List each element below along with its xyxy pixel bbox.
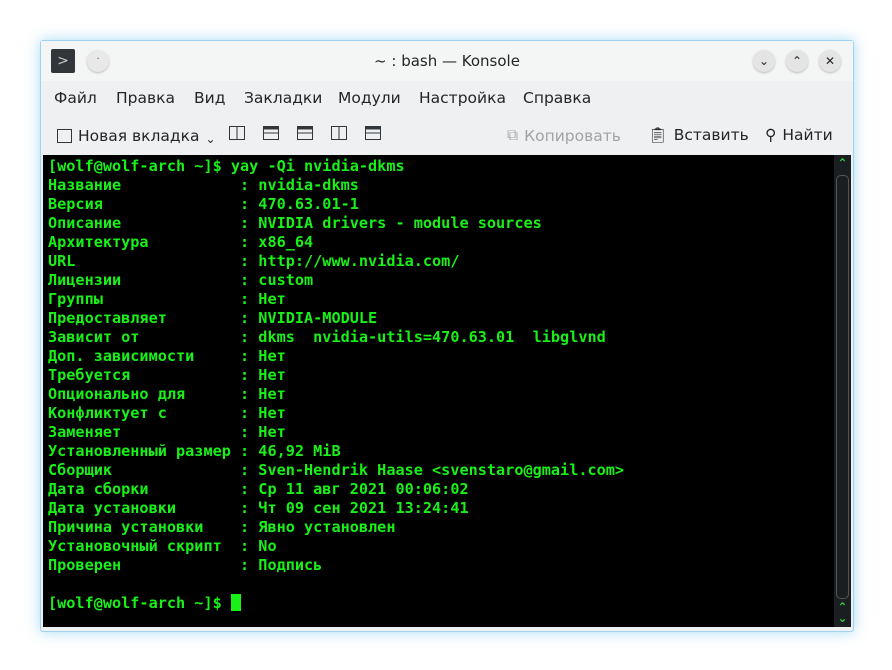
split-columns-icon — [331, 126, 347, 140]
new-tab-label: Новая вкладка — [78, 127, 200, 145]
close-split-button[interactable] — [365, 126, 381, 140]
output-line: Зависит от : dkms nvidia-utils=470.63.01… — [48, 328, 606, 346]
split-vertical-icon — [229, 126, 245, 140]
output-line: URL : http://www.nvidia.com/ — [48, 252, 460, 270]
minimize-button[interactable]: ⌄ — [753, 50, 775, 72]
scroll-down-icon[interactable]: ⌄ — [834, 611, 851, 625]
scroll-up-icon[interactable]: ⌃ — [834, 156, 851, 170]
split-icon — [297, 126, 313, 140]
scrollbar[interactable]: ⌃ ⌃ ⌄ — [834, 155, 851, 627]
konsole-window: > · ~ : bash — Konsole ⌄ ⌃ ✕ Файл Правка… — [40, 40, 854, 632]
find-button[interactable]: ⚲ Найти — [765, 126, 833, 144]
chevron-down-icon[interactable]: ⌄ — [206, 132, 216, 146]
output-line: Доп. зависимости : Нет — [48, 347, 286, 365]
terminal-output[interactable]: [wolf@wolf-arch ~]$ yay -Qi nvidia-dkms … — [43, 155, 834, 627]
copy-icon: ⧉ — [507, 126, 519, 144]
scrollbar-track[interactable] — [836, 175, 849, 599]
output-line: Архитектура : x86_64 — [48, 233, 314, 251]
find-label: Найти — [782, 126, 833, 144]
split-horizontal-icon — [263, 126, 279, 140]
command-line: [wolf@wolf-arch ~]$ yay -Qi nvidia-dkms — [48, 157, 405, 175]
copy-button[interactable]: ⧉ Копировать — [507, 126, 621, 145]
output-line: Требуется : Нет — [48, 366, 286, 384]
split-left-right-button[interactable] — [229, 126, 245, 140]
menu-settings[interactable]: Настройка — [419, 89, 506, 107]
new-tab-button[interactable]: Новая вкладка ⌄ — [57, 126, 216, 146]
cursor — [230, 594, 241, 611]
output-line: Заменяет : Нет — [48, 423, 286, 441]
output-line: Дата сборки : Ср 11 авг 2021 00:06:02 — [48, 480, 469, 498]
menu-bar: Файл Правка Вид Закладки Модули Настройк… — [41, 85, 853, 113]
output-line: Название : nvidia-dkms — [48, 176, 359, 194]
paste-button[interactable]: 📋︎ Вставить — [648, 126, 749, 144]
output-line: Описание : NVIDIA drivers - module sourc… — [48, 214, 542, 232]
output-line: Причина установки : Явно установлен — [48, 518, 396, 536]
prompt-line: [wolf@wolf-arch ~]$ — [48, 594, 834, 613]
split-rows-icon — [365, 126, 381, 140]
menu-plugins[interactable]: Модули — [338, 89, 401, 107]
output-line: Версия : 470.63.01-1 — [48, 195, 359, 213]
menu-file[interactable]: Файл — [54, 89, 97, 107]
split-top-bottom-button[interactable] — [263, 126, 279, 140]
output-line: Проверен : Подпись — [48, 556, 323, 574]
window-title: ~ : bash — Konsole — [374, 52, 520, 70]
output-line: Лицензии : custom — [48, 271, 314, 289]
menu-edit[interactable]: Правка — [116, 89, 175, 107]
split-auto-button[interactable] — [297, 126, 313, 140]
output-line: Конфликтует с : Нет — [48, 404, 286, 422]
paste-icon: 📋︎ — [648, 126, 668, 144]
title-bar: > · ~ : bash — Konsole ⌄ ⌃ ✕ — [41, 41, 853, 81]
toolbar: Новая вкладка ⌄ ⧉ Копировать 📋︎ Вставить… — [41, 121, 853, 153]
search-icon: ⚲ — [765, 126, 777, 144]
output-line: Сборщик : Sven-Hendrik Haase <svenstaro@… — [48, 461, 625, 479]
maximize-button[interactable]: ⌃ — [786, 50, 808, 72]
menu-bookmarks[interactable]: Закладки — [244, 89, 322, 107]
output-line: Установочный скрипт : No — [48, 537, 277, 555]
paste-label: Вставить — [673, 126, 749, 144]
output-line: Предоставляет : NVIDIA-MODULE — [48, 309, 378, 327]
prompt: [wolf@wolf-arch ~]$ — [48, 594, 231, 612]
menu-view[interactable]: Вид — [194, 89, 225, 107]
output-line: Дата установки : Чт 09 сен 2021 13:24:41 — [48, 499, 469, 517]
close-button[interactable]: ✕ — [819, 50, 841, 72]
output-line: Установленный размер : 46,92 MiB — [48, 442, 341, 460]
menu-help[interactable]: Справка — [523, 89, 591, 107]
output-line: Опционально для : Нет — [48, 385, 286, 403]
copy-label: Копировать — [524, 126, 621, 145]
split-view-button[interactable] — [331, 126, 347, 140]
output-line: Группы : Нет — [48, 290, 286, 308]
new-tab-icon — [57, 129, 72, 143]
